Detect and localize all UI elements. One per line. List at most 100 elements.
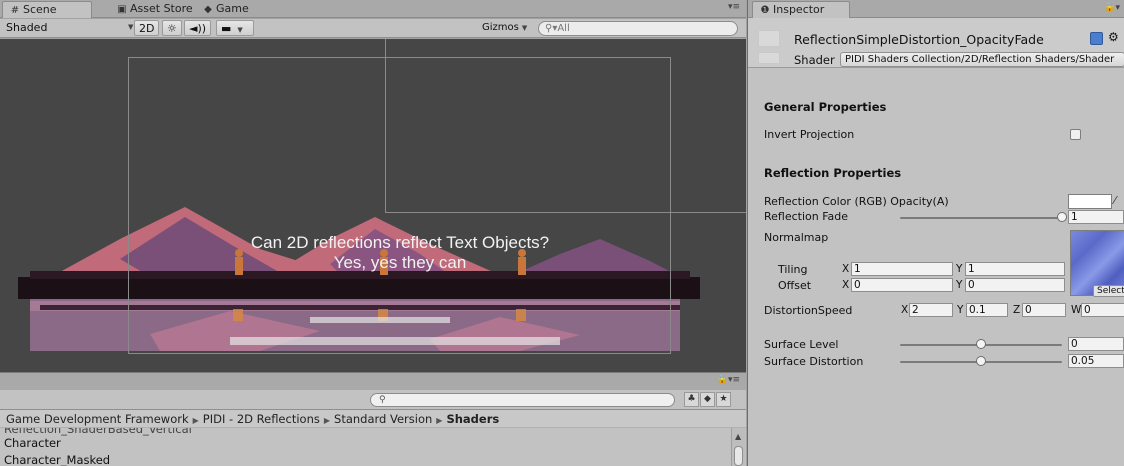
shader-value: PIDI Shaders Collection/2D/Reflection Sh…	[845, 54, 1115, 65]
mode-2d-label: 2D	[139, 22, 155, 35]
chevron-right-icon: ▶	[436, 416, 443, 425]
normalmap-label: Normalmap	[764, 231, 829, 244]
material-header: ReflectionSimpleDistortion_OpacityFade ⚙…	[748, 18, 1124, 68]
info-icon: ❶	[760, 5, 770, 16]
sun-icon: ☼	[167, 22, 177, 35]
gear-icon[interactable]: ⚙	[1108, 30, 1119, 44]
audio-toggle[interactable]: ◄))	[184, 20, 212, 36]
search-icon: ⚲	[379, 395, 386, 405]
surface-distortion-knob[interactable]	[976, 356, 986, 366]
normalmap-texture-preview[interactable]: Select	[1070, 230, 1124, 297]
general-properties-header: General Properties	[764, 100, 887, 114]
tiling-label: Tiling	[778, 263, 808, 276]
filter-by-label-icon[interactable]: ◆	[700, 392, 715, 407]
breadcrumb-current[interactable]: Shaders	[446, 412, 499, 426]
shader-thumbnail	[758, 52, 780, 64]
breadcrumb-item[interactable]: Game Development Framework	[6, 412, 189, 426]
chevron-down-icon: ▼	[521, 24, 528, 32]
speaker-icon: ◄))	[189, 22, 207, 35]
reflection-fade-input[interactable]: 1	[1068, 210, 1124, 224]
lighting-toggle[interactable]: ☼	[162, 20, 182, 36]
panel-menu-icon[interactable]: ▾≡	[728, 2, 740, 12]
lock-icon[interactable]: 🔒▾	[1104, 3, 1120, 13]
offset-y-input[interactable]: 0	[965, 278, 1065, 292]
breadcrumb-item[interactable]: PIDI - 2D Reflections	[203, 412, 320, 426]
project-tab-bar: 🔒▾≡	[0, 372, 746, 390]
material-preview-thumbnail	[758, 30, 780, 47]
shader-dropdown[interactable]: PIDI Shaders Collection/2D/Reflection Sh…	[840, 52, 1124, 67]
surface-level-knob[interactable]	[976, 339, 986, 349]
offset-y-axis: Y	[956, 279, 963, 291]
distortion-z-input[interactable]: 0	[1022, 303, 1066, 317]
surface-distortion-label: Surface Distortion	[764, 355, 864, 368]
scene-tab-bar: # Scene ▣ Asset Store ◆ Game ▾≡	[0, 0, 746, 18]
inspector-panel: ReflectionSimpleDistortion_OpacityFade ⚙…	[747, 18, 1124, 466]
scene-text-line-1: Can 2D reflections reflect Text Objects?	[250, 233, 550, 252]
tab-asset-store[interactable]: ▣ Asset Store	[110, 1, 201, 18]
breadcrumb: Game Development Framework ▶ PIDI - 2D Ref…	[0, 410, 746, 428]
scene-search-input[interactable]: ⚲▾All	[538, 21, 738, 36]
mode-2d-toggle[interactable]: 2D	[134, 20, 160, 36]
tiling-y-input[interactable]: 1	[965, 262, 1065, 276]
surface-level-input[interactable]: 0	[1068, 337, 1124, 351]
chevron-down-icon: ▼	[237, 26, 243, 34]
distortion-w-axis: W	[1071, 304, 1082, 316]
tab-asset-store-label: Asset Store	[130, 2, 193, 15]
select-texture-button[interactable]: Select	[1093, 285, 1124, 297]
favorite-star-icon[interactable]: ★	[716, 392, 731, 407]
scene-toolbar: Shaded ▼ 2D ☼ ◄)) ▬ ▼ Gizmos ▼ ⚲▾All	[0, 19, 746, 38]
image-icon: ▬	[221, 22, 232, 35]
reflection-fade-slider[interactable]	[900, 217, 1062, 219]
offset-x-axis: X	[842, 279, 850, 291]
reflection-color-swatch[interactable]	[1068, 194, 1112, 209]
distortion-w-input[interactable]: 0	[1081, 303, 1124, 317]
surface-distortion-input[interactable]: 0.05	[1068, 354, 1124, 368]
offset-x-input[interactable]: 0	[851, 278, 953, 292]
filter-by-type-icon[interactable]: ♣	[684, 392, 699, 407]
tab-game[interactable]: ◆ Game	[196, 1, 257, 18]
tab-inspector-label: Inspector	[773, 3, 825, 16]
distortion-x-axis: X	[901, 304, 909, 316]
store-icon: ▣	[117, 4, 127, 15]
list-item[interactable]: Reflection_ShaderBased_Vertical	[4, 428, 192, 436]
reflection-color-label: Reflection Color (RGB) Opacity(A)	[764, 195, 949, 208]
distortion-y-input[interactable]: 0.1	[966, 303, 1008, 317]
tab-scene[interactable]: # Scene	[2, 1, 92, 18]
tiling-x-input[interactable]: 1	[851, 262, 953, 276]
material-name: ReflectionSimpleDistortion_OpacityFade	[794, 32, 1044, 47]
distortion-y-axis: Y	[957, 304, 964, 316]
list-item[interactable]: Character_Masked	[4, 453, 110, 466]
effects-dropdown[interactable]: ▬ ▼	[216, 20, 254, 36]
tab-inspector[interactable]: ❶ Inspector	[752, 1, 850, 18]
tiling-y-axis: Y	[956, 263, 963, 275]
project-search-input[interactable]: ⚲	[370, 393, 675, 407]
lock-icon[interactable]: 🔒▾≡	[717, 375, 740, 385]
gizmos-dropdown[interactable]: Gizmos ▼	[482, 22, 527, 33]
scroll-up-icon[interactable]: ▲	[735, 432, 741, 441]
project-scrollbar[interactable]: ▲	[731, 428, 745, 466]
inspector-tab-bar: ❶ Inspector 🔒▾	[747, 0, 1124, 18]
chevron-right-icon: ▶	[323, 416, 331, 425]
tiling-x-axis: X	[842, 263, 850, 275]
grid-icon: #	[10, 5, 20, 16]
surface-level-label: Surface Level	[764, 338, 839, 351]
scene-view[interactable]: Can 2D reflections reflect Text Objects?…	[0, 39, 746, 372]
distortion-x-input[interactable]: 2	[909, 303, 953, 317]
tab-game-label: Game	[216, 2, 249, 15]
gizmos-label: Gizmos	[482, 22, 519, 33]
search-placeholder: All	[557, 23, 570, 34]
reflection-fade-knob[interactable]	[1057, 212, 1067, 222]
list-item[interactable]: Character	[4, 436, 61, 450]
breadcrumb-item[interactable]: Standard Version	[334, 412, 432, 426]
project-toolbar: ⚲ ♣ ◆ ★	[0, 390, 746, 410]
scrollbar-thumb[interactable]	[734, 446, 743, 466]
invert-projection-label: Invert Projection	[764, 128, 855, 141]
shader-label: Shader	[794, 53, 835, 67]
invert-projection-checkbox[interactable]	[1070, 129, 1081, 140]
project-file-list: Reflection_ShaderBased_Vertical Characte…	[0, 428, 746, 466]
search-icon: ⚲▾	[545, 23, 558, 34]
reflection-properties-header: Reflection Properties	[764, 166, 902, 180]
help-book-icon[interactable]	[1090, 32, 1103, 45]
eyedropper-icon[interactable]: ⁄	[1114, 194, 1116, 207]
shading-mode-dropdown[interactable]: Shaded ▼	[2, 20, 133, 36]
